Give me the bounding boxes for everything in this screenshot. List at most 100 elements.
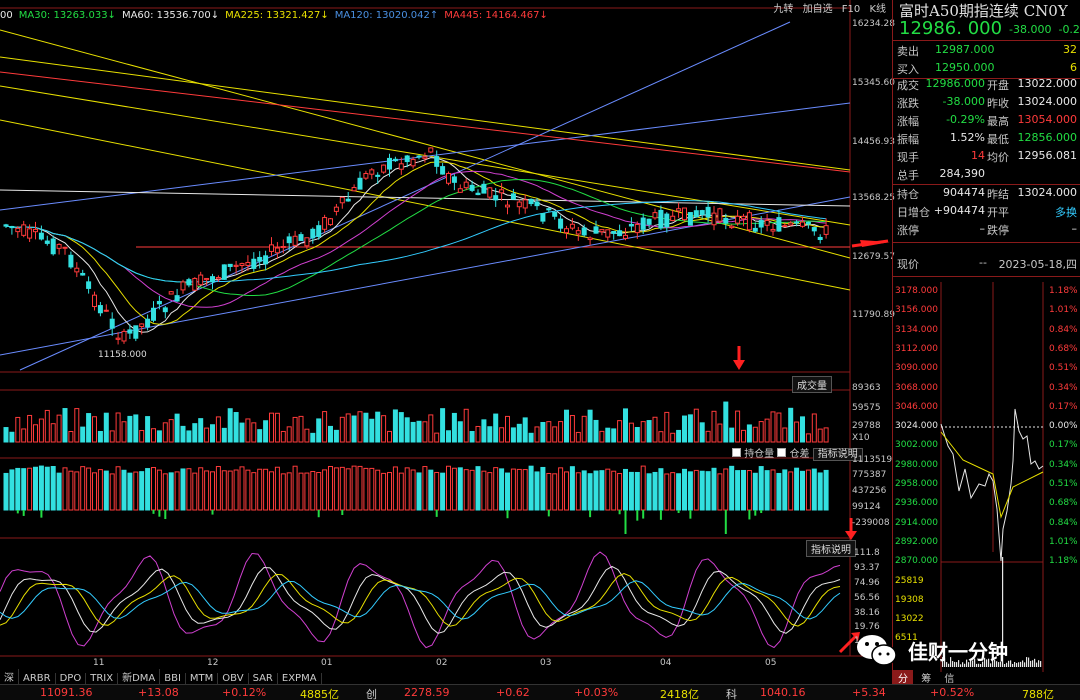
candle bbox=[605, 229, 611, 238]
candle bbox=[599, 229, 605, 233]
volume-bar bbox=[316, 418, 322, 443]
volume-bar bbox=[487, 426, 493, 443]
quote-row[interactable]: 现手 14 均价 12956.081 bbox=[893, 149, 1080, 167]
volume-bar bbox=[74, 408, 80, 443]
indicator-tab[interactable]: MTM bbox=[186, 673, 219, 684]
tool-jiuzhuan[interactable]: 九转 bbox=[773, 4, 793, 15]
indicator-tab[interactable]: 新DMA bbox=[118, 669, 161, 684]
candle bbox=[27, 228, 33, 239]
tool-f10[interactable]: F10 bbox=[842, 4, 860, 15]
oi-bar bbox=[251, 472, 257, 511]
ask-row[interactable]: 卖出 12987.000 32 bbox=[893, 43, 1080, 61]
oi-bar bbox=[186, 468, 192, 511]
oi-bar bbox=[794, 467, 800, 511]
volume-bar bbox=[204, 427, 210, 443]
oi-diff-bar bbox=[677, 510, 680, 514]
oi-bar bbox=[74, 471, 80, 511]
quote-row[interactable]: 涨停 – 跌停 – bbox=[893, 222, 1080, 240]
indicator-tab[interactable]: EXPMA bbox=[278, 673, 322, 684]
candlesticks bbox=[3, 147, 829, 345]
indicator-tab[interactable]: 深 bbox=[0, 669, 19, 684]
osc-line bbox=[0, 573, 841, 627]
volume-bar bbox=[640, 421, 646, 443]
indicator-tab[interactable]: SAR bbox=[249, 673, 278, 684]
oi-bar bbox=[174, 471, 180, 511]
stat-label: 涨跌 bbox=[897, 97, 919, 110]
indicator-tab[interactable]: BBI bbox=[160, 673, 186, 684]
candle bbox=[239, 263, 245, 267]
tab-minute[interactable]: 分 bbox=[893, 670, 913, 685]
indicator-tab[interactable]: TRIX bbox=[86, 673, 119, 684]
oi-bar bbox=[145, 468, 151, 511]
quote-row[interactable]: 日增仓 +904474 开平 多换 bbox=[893, 204, 1080, 222]
oi-bar bbox=[3, 472, 9, 511]
oi-bar bbox=[215, 466, 221, 511]
oi-bar bbox=[764, 470, 770, 511]
candle bbox=[800, 221, 805, 227]
stat-value: – bbox=[979, 222, 986, 235]
candle bbox=[292, 235, 298, 246]
ask-label: 卖出 bbox=[897, 45, 919, 58]
oi-bar bbox=[192, 472, 198, 511]
tool-add-favorite[interactable]: 加自选 bbox=[803, 4, 833, 15]
candle bbox=[33, 228, 38, 233]
oi-bar bbox=[198, 467, 204, 511]
volume-bar bbox=[381, 415, 387, 443]
volume-bar bbox=[80, 426, 86, 443]
quote-row[interactable]: 涨跌 -38.000 昨收 13024.000 bbox=[893, 95, 1080, 113]
oi-bar bbox=[652, 471, 658, 511]
volume-bar bbox=[746, 424, 752, 443]
tool-kline[interactable]: K线 bbox=[869, 4, 886, 15]
volume-bar bbox=[446, 430, 451, 443]
volume-bar bbox=[770, 411, 776, 443]
stat-value: 13022.000 bbox=[1017, 77, 1078, 90]
volume-bar bbox=[245, 418, 251, 443]
oi-bar bbox=[516, 468, 522, 511]
ma-line bbox=[5, 170, 827, 308]
tab-info[interactable]: 信 bbox=[939, 670, 959, 685]
candle bbox=[540, 213, 546, 222]
volume-indicator-label[interactable]: 成交量 bbox=[792, 376, 832, 393]
volume-bar bbox=[558, 421, 564, 443]
osc-indicator-help-button[interactable]: 指标说明 bbox=[806, 540, 856, 557]
indicator-tab[interactable]: OBV bbox=[218, 673, 249, 684]
volume-bar bbox=[92, 416, 97, 443]
status-item: +13.08 bbox=[138, 686, 179, 699]
quote-row[interactable]: 涨幅 -0.29% 最高 13054.000 bbox=[893, 113, 1080, 131]
volume-bar bbox=[115, 412, 121, 443]
candle bbox=[156, 300, 162, 305]
candle bbox=[210, 276, 215, 283]
volume-bar bbox=[741, 429, 746, 443]
volume-bar bbox=[392, 409, 398, 443]
oi-bar bbox=[357, 465, 363, 511]
oi-bar bbox=[481, 470, 487, 511]
osc-tick: 38.16 bbox=[854, 608, 880, 618]
quote-row[interactable]: 总手 284,390 bbox=[893, 167, 1080, 185]
tab-chips[interactable]: 筹 bbox=[916, 670, 936, 685]
volume-bar bbox=[729, 427, 735, 443]
quote-row[interactable]: 成交 12986.000 开盘 13022.000 bbox=[893, 77, 1080, 95]
oi-bar bbox=[68, 470, 74, 511]
indicator-tab[interactable]: ARBR bbox=[19, 673, 56, 684]
oi-bar bbox=[457, 467, 463, 511]
candle bbox=[428, 147, 434, 153]
oi-bar bbox=[682, 468, 687, 511]
quote-row[interactable]: 持仓 904474 昨结 13024.000 bbox=[893, 186, 1080, 204]
intraday-right-tick: 1.01% bbox=[1049, 305, 1078, 316]
intraday-left-tick: 3112.000 bbox=[895, 343, 938, 354]
oi-bar bbox=[699, 470, 705, 511]
oi-bar bbox=[463, 469, 469, 511]
oi-diff-checkbox[interactable] bbox=[777, 448, 787, 457]
volume-bar bbox=[575, 431, 581, 443]
oi-bar bbox=[316, 472, 322, 511]
indicator-tab[interactable]: DPO bbox=[56, 673, 87, 684]
volume-bar bbox=[251, 422, 257, 443]
status-item: 科 bbox=[726, 688, 737, 700]
quote-row[interactable]: 振幅 1.52% 最低 12856.000 bbox=[893, 131, 1080, 149]
osc-tick: 56.56 bbox=[854, 593, 880, 603]
volume-bar bbox=[646, 420, 652, 443]
candle bbox=[416, 155, 422, 158]
intraday-left-tick: 2914.000 bbox=[895, 517, 938, 528]
oi-checkbox[interactable] bbox=[732, 448, 741, 457]
candle bbox=[375, 174, 381, 177]
